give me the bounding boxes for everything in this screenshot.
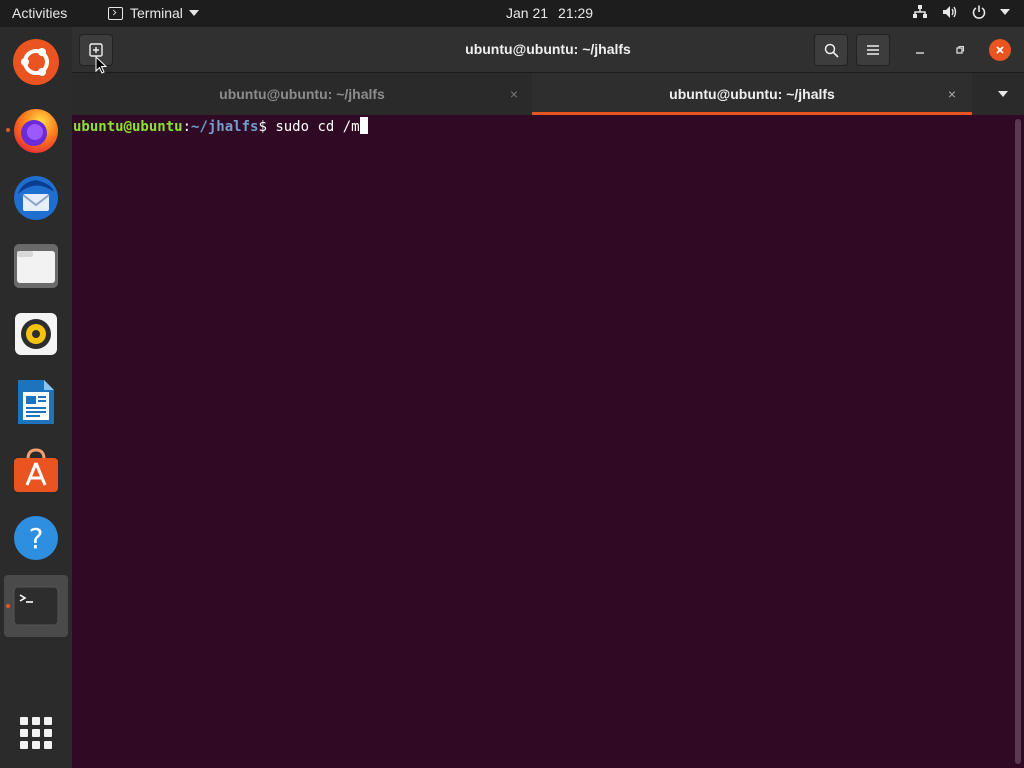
app-menu[interactable]: Terminal — [108, 5, 199, 21]
thunderbird-icon — [14, 176, 58, 220]
close-icon — [996, 46, 1004, 54]
chevron-down-icon — [188, 10, 199, 16]
libreoffice-writer-icon — [18, 380, 54, 424]
dock-item-help[interactable]: ? — [4, 507, 68, 569]
dock-item-ubuntu-software[interactable] — [4, 439, 68, 501]
search-icon — [824, 43, 839, 58]
activities-button[interactable]: Activities — [12, 5, 67, 21]
clock[interactable]: Jan 21 21:29 — [506, 5, 593, 21]
minimize-button[interactable] — [909, 39, 931, 61]
dock-item-terminal[interactable] — [4, 575, 68, 637]
dock-item-ubuntu[interactable] — [4, 31, 68, 93]
chevron-down-icon — [1000, 9, 1010, 15]
tab-bar: ubuntu@ubuntu: ~/jhalfs × ubuntu@ubuntu:… — [72, 73, 1024, 115]
prompt-user-host: ubuntu@ubuntu — [73, 119, 183, 135]
firefox-icon — [14, 109, 58, 153]
running-indicator — [6, 604, 10, 608]
tab-list-dropdown-icon[interactable] — [998, 91, 1008, 97]
dock-item-firefox[interactable] — [4, 99, 68, 161]
prompt-separator: : — [182, 119, 192, 135]
tab-close-icon[interactable]: × — [506, 86, 522, 102]
system-tray[interactable] — [912, 5, 1010, 19]
mouse-pointer-icon — [95, 56, 107, 74]
clock-time: 21:29 — [558, 5, 594, 21]
prompt-char: $ — [258, 119, 276, 135]
hamburger-menu-icon — [867, 45, 879, 55]
close-button[interactable] — [989, 39, 1011, 61]
tab-1[interactable]: ubuntu@ubuntu: ~/jhalfs × — [82, 73, 522, 115]
clock-date: Jan 21 — [506, 5, 549, 21]
top-bar: Activities Terminal Jan 21 21:29 — [0, 0, 1024, 27]
dock-item-thunderbird[interactable] — [4, 167, 68, 229]
ubuntu-logo-icon — [13, 39, 59, 85]
dock-item-files[interactable] — [4, 235, 68, 297]
tab-close-icon[interactable]: × — [944, 86, 960, 102]
minimize-icon — [916, 52, 924, 54]
network-icon — [912, 5, 928, 19]
terminal-command: sudo cd /m — [275, 119, 360, 135]
rhythmbox-icon — [15, 313, 57, 355]
terminal-icon — [108, 6, 123, 20]
ubuntu-software-icon — [14, 448, 58, 492]
power-icon — [972, 5, 986, 19]
text-cursor — [359, 117, 368, 134]
maximize-button[interactable] — [949, 39, 971, 61]
terminal-view[interactable]: ubuntu@ubuntu:~/jhalfs$ sudo cd /m — [72, 115, 1024, 768]
tab-label: ubuntu@ubuntu: ~/jhalfs — [219, 86, 385, 102]
tab-label: ubuntu@ubuntu: ~/jhalfs — [669, 86, 835, 102]
volume-icon — [942, 5, 958, 19]
show-applications-icon[interactable] — [20, 717, 52, 749]
dock-item-rhythmbox[interactable] — [4, 303, 68, 365]
help-icon: ? — [14, 516, 58, 560]
dock-item-libreoffice-writer[interactable] — [4, 371, 68, 433]
tab-2[interactable]: ubuntu@ubuntu: ~/jhalfs × — [532, 73, 972, 115]
scrollbar[interactable] — [1015, 119, 1021, 764]
running-indicator — [6, 128, 10, 132]
terminal-icon — [13, 586, 59, 626]
window-headerbar: ubuntu@ubuntu: ~/jhalfs — [72, 27, 1024, 73]
svg-text:?: ? — [29, 522, 44, 555]
search-button[interactable] — [814, 34, 848, 66]
terminal-line: ubuntu@ubuntu:~/jhalfs$ sudo cd /m — [73, 117, 368, 136]
restore-icon — [956, 45, 965, 54]
hamburger-menu-button[interactable] — [856, 34, 890, 66]
dock: ? — [0, 27, 72, 768]
files-icon — [14, 244, 58, 288]
prompt-path: ~/jhalfs — [191, 119, 259, 135]
app-menu-label: Terminal — [130, 5, 183, 21]
